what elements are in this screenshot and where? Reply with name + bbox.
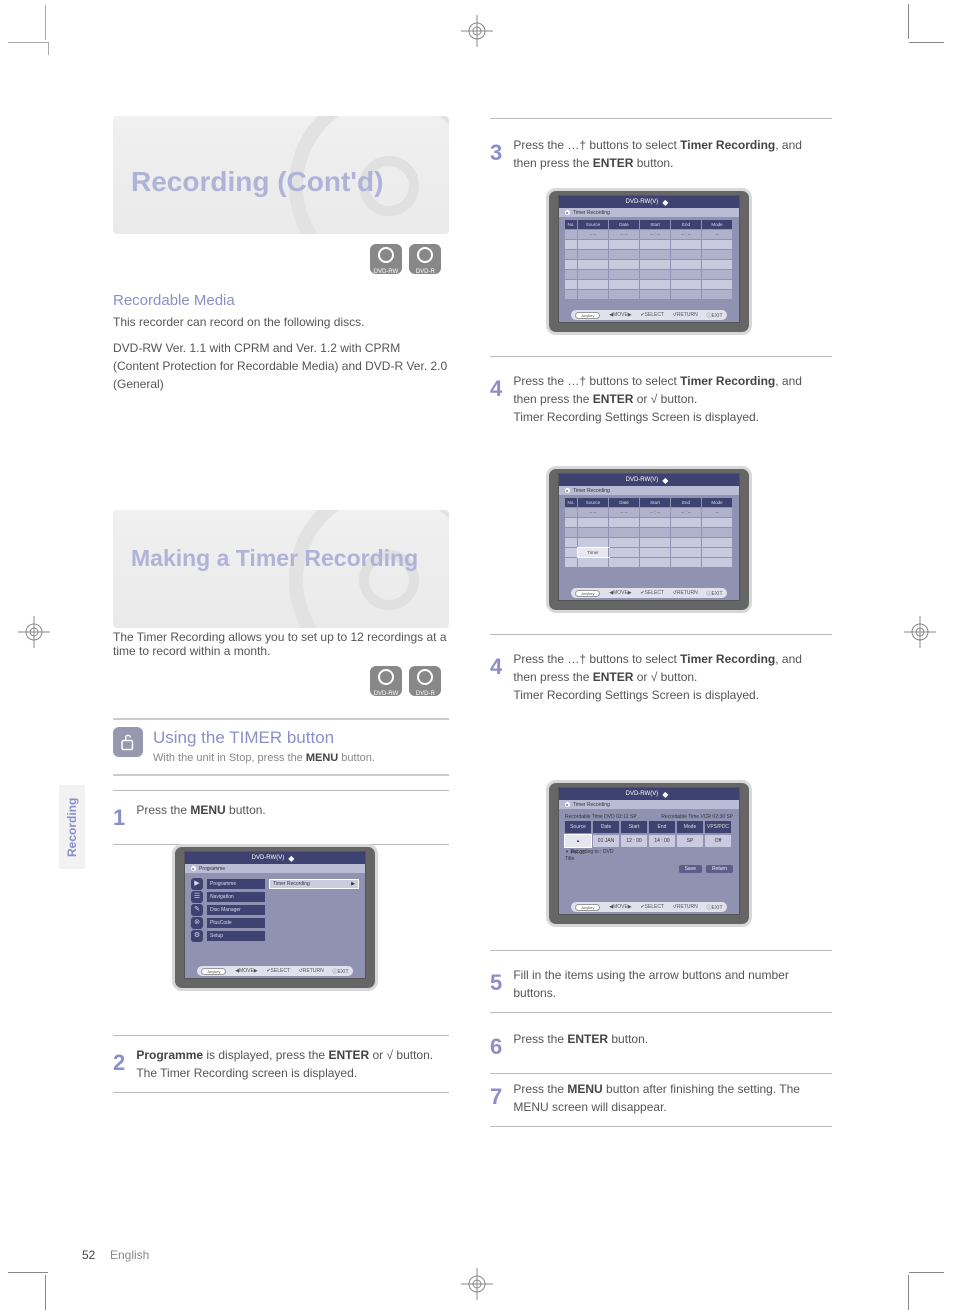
disc-type-badges: DVD-RW DVD-R <box>370 666 445 698</box>
section-title: Recording (Cont'd) <box>131 166 383 198</box>
navigation-icon: ☰ <box>191 891 203 903</box>
tv-screen-main-menu: DVD-RW(V)◆ ▸Programme ▶ProgrammeTimer Re… <box>172 844 378 991</box>
dvd-r-badge: DVD-R <box>409 666 441 696</box>
using-timer-heading: Using the TIMER button With the unit in … <box>153 727 375 765</box>
tv-screen-timer-list-selected: DVD-RW(V)◆ ▸Timer Recording No.SourceDat… <box>546 466 752 613</box>
tv-screen-timer-settings: DVD-RW(V)◆ ▸Timer Recording Recordable T… <box>546 780 752 927</box>
crop-mark <box>8 42 49 55</box>
registration-mark-icon <box>904 616 936 648</box>
tv-screen-timer-list: DVD-RW(V)◆ ▸Timer Recording No.SourceDat… <box>546 188 752 335</box>
programme-icon: ▶ <box>191 878 203 890</box>
setup-icon: ⚙ <box>191 930 203 942</box>
step-6: 6 Press the ENTER button. <box>490 1020 832 1074</box>
crop-mark <box>908 1275 909 1310</box>
page-section-label: English <box>110 1248 149 1262</box>
step-7: 7 Press the MENU button after finishing … <box>490 1070 832 1127</box>
step-1: 1 Press the MENU button. <box>113 790 449 845</box>
pluscode-icon: ⊚ <box>191 917 203 929</box>
crop-mark <box>45 1275 46 1310</box>
disc-manager-icon: ✎ <box>191 904 203 916</box>
step-4b: 4 Press the …† buttons to select Timer R… <box>490 640 832 714</box>
section-banner: Making a Timer Recording <box>113 510 449 628</box>
crop-mark <box>45 5 46 40</box>
section-title: Making a Timer Recording <box>131 545 418 572</box>
step-4: 4 Press the …† buttons to select Timer R… <box>490 362 832 436</box>
page-number: 52 <box>82 1248 95 1262</box>
dvd-rw-badge: DVD-RW <box>370 244 402 274</box>
step-3: 3 Press the …† buttons to select Timer R… <box>490 126 832 182</box>
crop-mark <box>909 42 944 43</box>
crop-mark <box>909 1272 944 1273</box>
step-2: 2 Programme is displayed, press the ENTE… <box>113 1035 449 1093</box>
dvd-rw-badge: DVD-RW <box>370 666 402 696</box>
crop-mark <box>8 1272 48 1273</box>
timer-intro-text: The Timer Recording allows you to set up… <box>113 630 449 658</box>
registration-mark-icon <box>461 15 493 47</box>
step-5: 5 Fill in the items using the arrow butt… <box>490 956 832 1013</box>
dvd-r-badge: DVD-R <box>409 244 441 274</box>
registration-mark-icon <box>18 616 50 648</box>
side-tab-recording: Recording <box>59 785 85 869</box>
disc-type-badges: DVD-RW DVD-R <box>370 244 445 276</box>
registration-mark-icon <box>461 1268 493 1300</box>
section-banner: Recording (Cont'd) <box>113 116 449 234</box>
crop-mark <box>908 4 909 39</box>
recordable-media-text: Recordable Media This recorder can recor… <box>113 290 449 393</box>
button-press-icon <box>113 727 143 757</box>
